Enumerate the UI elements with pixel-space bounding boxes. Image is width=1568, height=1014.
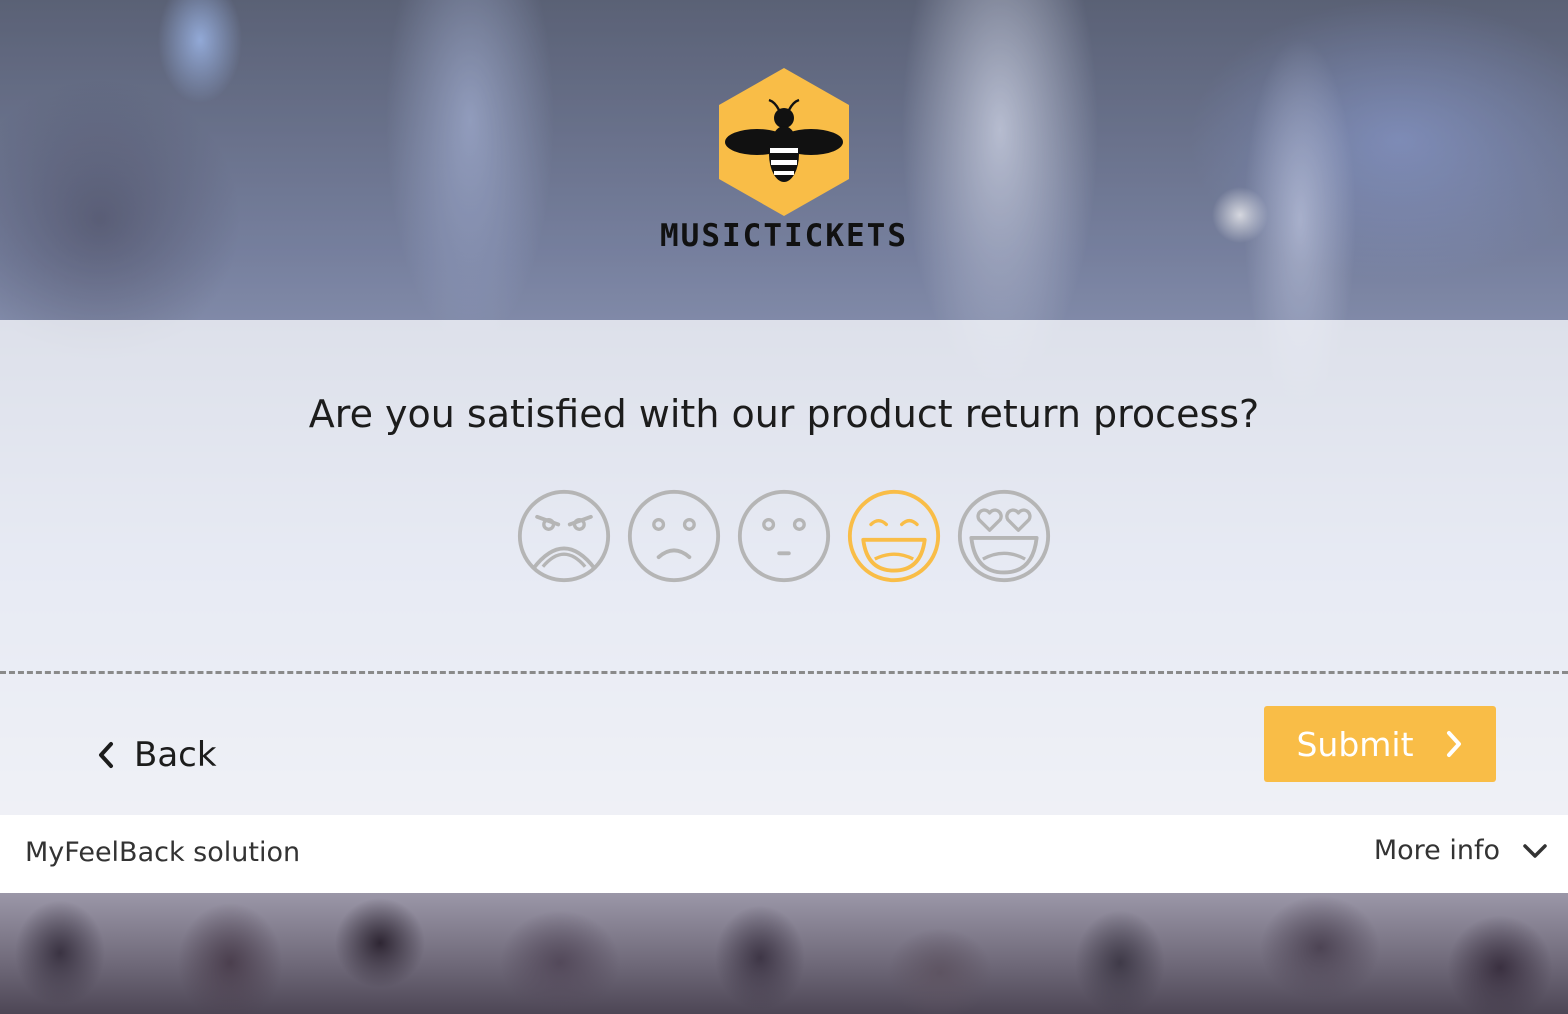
brand-logo: MUSICTICKETS xyxy=(634,66,934,256)
sad-face-icon[interactable] xyxy=(626,488,722,584)
back-label: Back xyxy=(134,735,217,775)
bee-icon xyxy=(719,68,849,216)
chevron-left-icon xyxy=(99,742,113,768)
more-info-toggle[interactable]: More info xyxy=(1374,835,1548,866)
header: MUSICTICKETS xyxy=(0,0,1568,320)
heart-eyes-face-icon[interactable] xyxy=(956,488,1052,584)
survey-page: MUSICTICKETS Are you satisfied with our … xyxy=(0,0,1568,1014)
submit-button[interactable]: Submit xyxy=(1264,706,1496,782)
back-button[interactable]: Back xyxy=(96,730,217,780)
rating-scale xyxy=(516,488,1056,588)
chevron-down-icon xyxy=(1523,843,1547,858)
more-info-label: More info xyxy=(1373,835,1500,866)
survey-panel: Are you satisfied with our product retur… xyxy=(0,320,1568,815)
footer-bar: MyFeelBack solution More info xyxy=(0,815,1568,893)
angry-face-icon[interactable] xyxy=(516,488,612,584)
smiling-face-icon[interactable] xyxy=(846,488,942,584)
section-divider xyxy=(0,671,1568,674)
neutral-face-icon[interactable] xyxy=(736,488,832,584)
brand-name: MUSICTICKETS xyxy=(660,218,908,254)
crowd-background xyxy=(0,893,1568,1014)
survey-question: Are you satisfied with our product retur… xyxy=(308,392,1260,436)
footer-credit: MyFeelBack solution xyxy=(25,837,301,868)
chevron-right-icon xyxy=(1446,731,1461,757)
submit-label: Submit xyxy=(1296,724,1414,764)
